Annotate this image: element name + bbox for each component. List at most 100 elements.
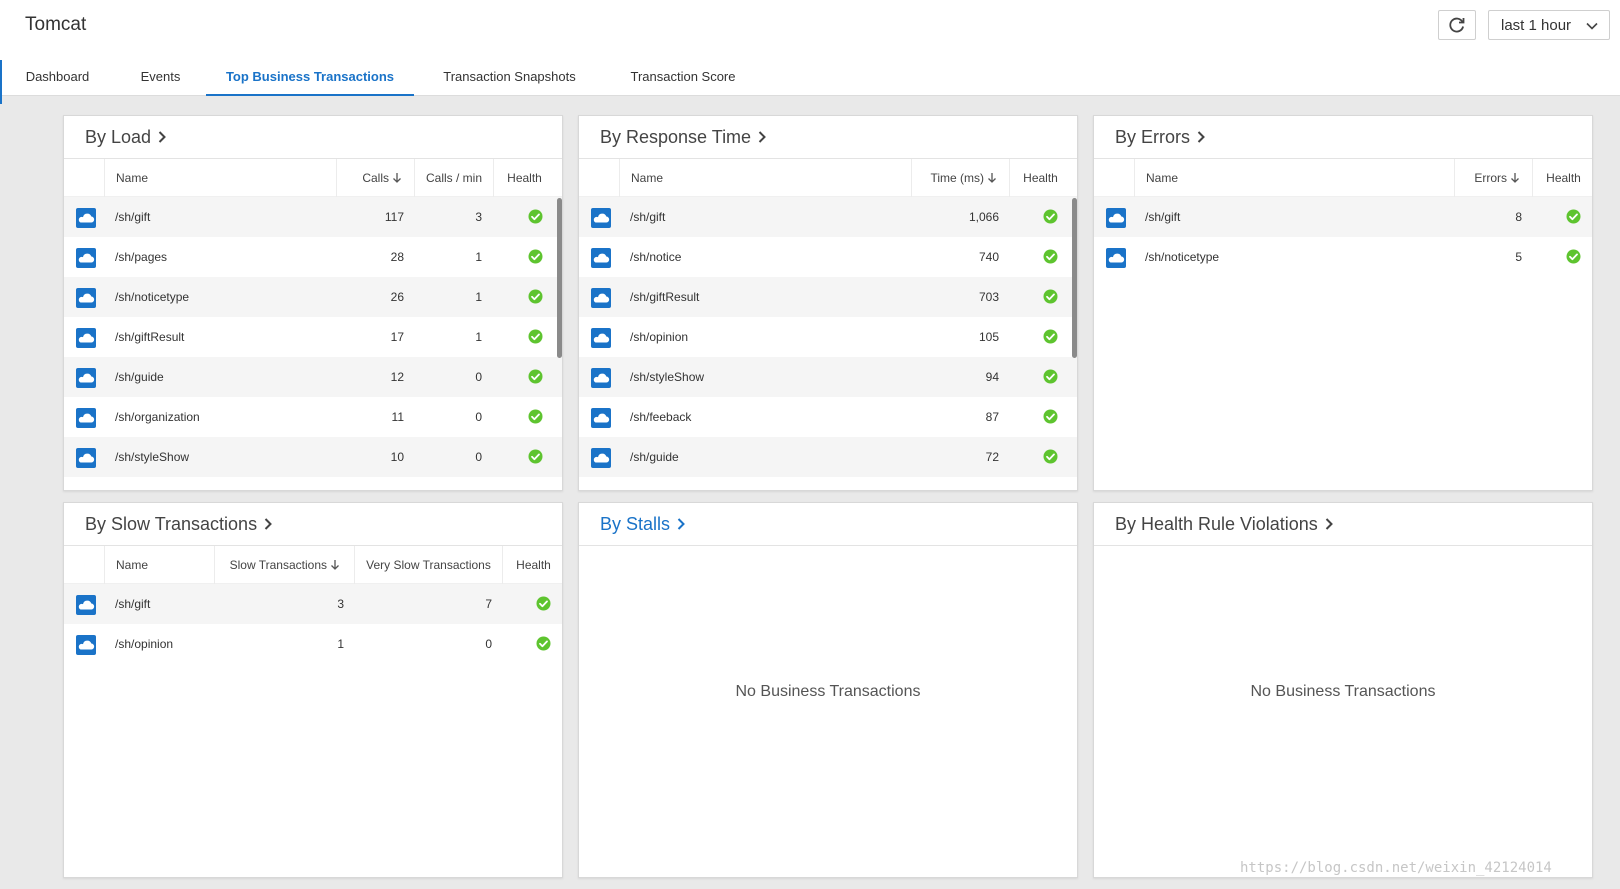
column-slow-transactions[interactable]: Slow Transactions xyxy=(214,546,354,584)
by-health-rule-violations-header[interactable]: By Health Rule Violations xyxy=(1094,503,1592,546)
very-slow-value: 7 xyxy=(485,597,492,611)
chevron-right-icon xyxy=(757,130,767,144)
table-row[interactable]: /sh/gift 117 3 xyxy=(64,197,562,237)
column-errors[interactable]: Errors xyxy=(1454,159,1532,197)
transaction-name[interactable]: /sh/styleShow xyxy=(630,357,704,397)
by-response-time-header[interactable]: By Response Time xyxy=(579,116,1077,159)
column-name[interactable]: Name xyxy=(104,546,216,584)
table-row[interactable]: /sh/noticetype 5 xyxy=(1094,237,1592,277)
tab-events[interactable]: Events xyxy=(115,56,206,96)
table-row[interactable]: /sh/organization 11 0 xyxy=(64,397,562,437)
health-ok-icon xyxy=(528,289,543,304)
transaction-name[interactable]: /sh/notice xyxy=(630,237,681,277)
transaction-name[interactable]: /sh/opinion xyxy=(630,317,688,357)
transaction-name[interactable]: /sh/feeback xyxy=(630,397,691,437)
tab-top-business-transactions[interactable]: Top Business Transactions xyxy=(206,56,414,96)
time-value: 703 xyxy=(978,290,999,304)
transaction-name[interactable]: /sh/noticetype xyxy=(115,277,189,317)
table-row[interactable]: /sh/guide 72 xyxy=(579,437,1077,477)
column-name[interactable]: Name xyxy=(1134,159,1447,197)
calls-value: 10 xyxy=(390,450,404,464)
transaction-name[interactable]: /sh/opinion xyxy=(115,624,173,664)
transaction-name[interactable]: /sh/guide xyxy=(630,437,679,477)
by-stalls-panel: By Stalls No Business Transactions xyxy=(578,502,1078,878)
transaction-name[interactable]: /sh/styleShow xyxy=(115,437,189,477)
by-load-table-header: Name Calls Calls / min Health xyxy=(64,159,562,197)
tab-dashboard[interactable]: Dashboard xyxy=(0,56,115,96)
transaction-name[interactable]: /sh/giftResult xyxy=(630,277,699,317)
chevron-right-icon xyxy=(263,517,273,531)
health-ok-icon xyxy=(528,329,543,344)
table-row[interactable]: /sh/noticetype 26 1 xyxy=(64,277,562,317)
column-name[interactable]: Name xyxy=(619,159,904,197)
health-ok-icon xyxy=(528,209,543,224)
by-errors-header[interactable]: By Errors xyxy=(1094,116,1592,159)
column-health[interactable]: Health xyxy=(1009,159,1071,197)
transaction-name[interactable]: /sh/giftResult xyxy=(115,317,184,357)
column-health[interactable]: Health xyxy=(1532,159,1592,197)
time-range-select[interactable]: last 1 hour xyxy=(1488,10,1610,40)
table-row[interactable]: /sh/guide 12 0 xyxy=(64,357,562,397)
table-row[interactable]: /sh/feeback 87 xyxy=(579,397,1077,437)
transaction-name[interactable]: /sh/gift xyxy=(115,197,150,237)
table-row[interactable]: /sh/giftResult 17 1 xyxy=(64,317,562,357)
time-value: 87 xyxy=(985,410,999,424)
column-very-slow-transactions[interactable]: Very Slow Transactions xyxy=(354,546,502,584)
refresh-button[interactable] xyxy=(1438,10,1476,40)
column-calls-per-min[interactable]: Calls / min xyxy=(414,159,493,197)
business-transaction-icon xyxy=(591,248,611,268)
by-load-panel: By Load Name Calls Calls / min Health /s… xyxy=(63,115,563,491)
sort-down-icon xyxy=(330,559,340,571)
transaction-name[interactable]: /sh/pages xyxy=(115,237,167,277)
calls-value: 26 xyxy=(390,290,404,304)
scrollbar[interactable] xyxy=(557,198,562,358)
table-row[interactable]: /sh/pages 28 1 xyxy=(64,237,562,277)
tab-transaction-score[interactable]: Transaction Score xyxy=(605,56,761,96)
table-row[interactable]: /sh/notice 740 xyxy=(579,237,1077,277)
table-row[interactable]: /sh/opinion 105 xyxy=(579,317,1077,357)
health-ok-icon xyxy=(536,636,551,651)
table-row[interactable]: /sh/gift 1,066 xyxy=(579,197,1077,237)
by-load-title: By Load xyxy=(85,126,152,147)
transaction-name[interactable]: /sh/guide xyxy=(115,357,164,397)
column-health[interactable]: Health xyxy=(493,159,555,197)
business-transaction-icon xyxy=(76,248,96,268)
by-load-rows: /sh/gift 117 3 /sh/pages 28 1 /sh/noticetype… xyxy=(64,197,562,477)
table-row[interactable]: /sh/opinion 1 0 xyxy=(64,624,562,664)
by-stalls-title: By Stalls xyxy=(600,513,671,534)
time-value: 72 xyxy=(985,450,999,464)
by-stalls-header[interactable]: By Stalls xyxy=(579,503,1077,546)
by-slow-transactions-panel: By Slow Transactions Name Slow Transacti… xyxy=(63,502,563,878)
table-row[interactable]: /sh/gift 8 xyxy=(1094,197,1592,237)
calls-per-min-value: 0 xyxy=(475,450,482,464)
column-time-ms[interactable]: Time (ms) xyxy=(911,159,1009,197)
table-row[interactable]: /sh/styleShow 94 xyxy=(579,357,1077,397)
by-slow-transactions-header[interactable]: By Slow Transactions xyxy=(64,503,562,546)
by-load-header[interactable]: By Load xyxy=(64,116,562,159)
transaction-name[interactable]: /sh/gift xyxy=(630,197,665,237)
transaction-name[interactable]: /sh/gift xyxy=(1145,197,1180,237)
chevron-right-icon xyxy=(1324,517,1334,531)
column-calls[interactable]: Calls xyxy=(336,159,414,197)
column-name[interactable]: Name xyxy=(104,159,329,197)
by-response-time-panel: By Response Time Name Time (ms) Health /… xyxy=(578,115,1078,491)
column-health[interactable]: Health xyxy=(502,546,562,584)
health-ok-icon xyxy=(1043,409,1058,424)
health-ok-icon xyxy=(528,449,543,464)
errors-value: 5 xyxy=(1515,250,1522,264)
scrollbar[interactable] xyxy=(1072,198,1077,358)
tab-transaction-snapshots[interactable]: Transaction Snapshots xyxy=(414,56,605,96)
by-response-time-title: By Response Time xyxy=(600,126,752,147)
table-row[interactable]: /sh/gift 3 7 xyxy=(64,584,562,624)
transaction-name[interactable]: /sh/organization xyxy=(115,397,200,437)
calls-value: 12 xyxy=(390,370,404,384)
health-ok-icon xyxy=(1043,209,1058,224)
sort-down-icon xyxy=(987,172,997,184)
transaction-name[interactable]: /sh/gift xyxy=(115,584,150,624)
transaction-name[interactable]: /sh/noticetype xyxy=(1145,237,1219,277)
health-ok-icon xyxy=(528,249,543,264)
table-row[interactable]: /sh/giftResult 703 xyxy=(579,277,1077,317)
health-ok-icon xyxy=(1043,369,1058,384)
table-row[interactable]: /sh/styleShow 10 0 xyxy=(64,437,562,477)
business-transaction-icon xyxy=(591,288,611,308)
